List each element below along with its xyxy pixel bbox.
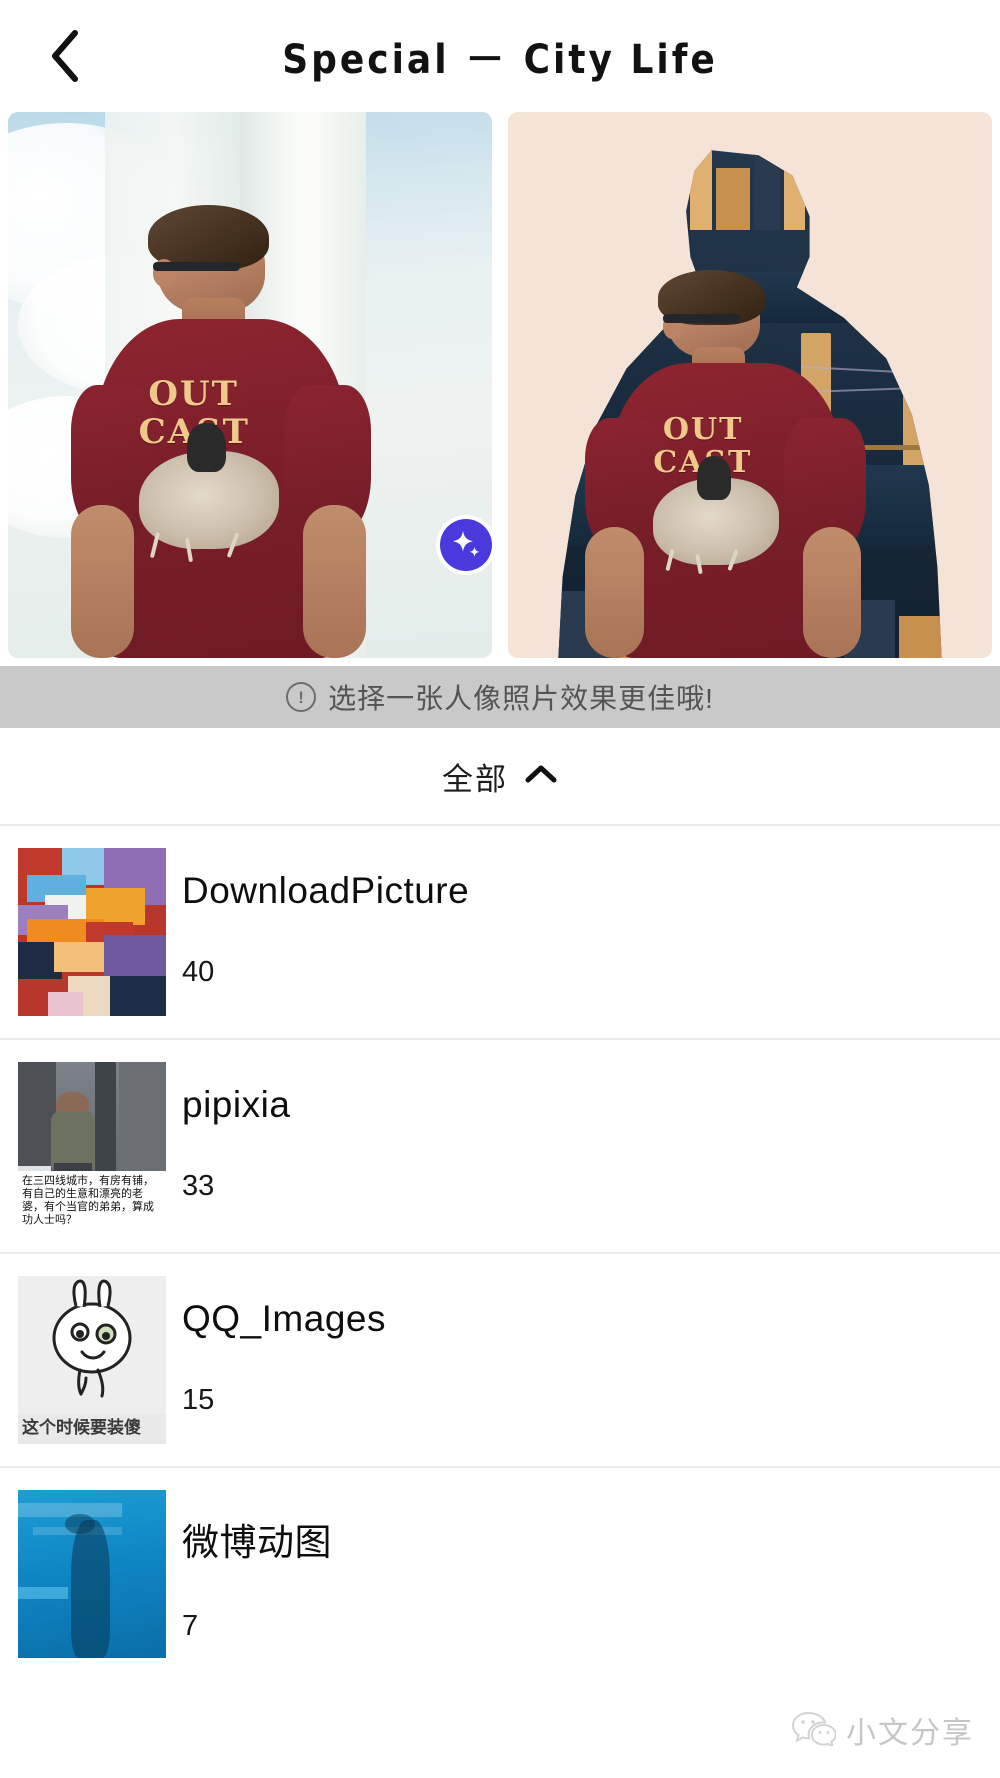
city-life-effect-photo[interactable]: OUT CAST (508, 112, 992, 658)
album-filter-label: 全部 (442, 761, 508, 797)
person-figure: OUT CAST (8, 112, 492, 658)
album-name: DownloadPicture (182, 870, 470, 911)
back-button[interactable] (36, 28, 92, 84)
album-count: 15 (182, 1384, 215, 1416)
notice-bar: ! 选择一张人像照片效果更佳哦! (0, 666, 1000, 728)
album-row-qq-images[interactable]: 这个时候要装傻 QQ_Images 15 (0, 1252, 1000, 1466)
album-thumbnail: 这个时候要装傻 (18, 1276, 166, 1444)
album-thumbnail (18, 1490, 166, 1658)
notice-text: 选择一张人像照片效果更佳哦! (328, 683, 714, 714)
chevron-up-icon (524, 763, 558, 790)
album-count: 33 (182, 1170, 215, 1202)
thumbnail-caption: 在三四线城市，有房有铺，有自己的生意和漂亮的老婆，有个当官的弟弟，算成功人士吗？ (18, 1171, 166, 1230)
album-filter-dropdown[interactable]: 全部 (0, 728, 1000, 824)
album-meta: DownloadPicture 40 (182, 848, 469, 989)
watermark-text: 小文分享 (846, 1717, 974, 1750)
shirt-text-out: OUT (148, 374, 239, 415)
wechat-icon (791, 1710, 837, 1751)
album-thumbnail (18, 848, 166, 1016)
album-name: 微博动图 (182, 1522, 332, 1563)
album-list: DownloadPicture 40 在三四线城市，有房有铺，有自己的生意和漂亮… (0, 824, 1000, 1680)
sparkle-effect-button[interactable] (440, 519, 492, 571)
person-figure: OUT CAST (508, 112, 992, 658)
album-meta: QQ_Images 15 (182, 1276, 386, 1417)
album-row-pipixia[interactable]: 在三四线城市，有房有铺，有自己的生意和漂亮的老婆，有个当官的弟弟，算成功人士吗？… (0, 1038, 1000, 1252)
chevron-left-icon (47, 29, 81, 83)
preview-comparison: OUT CAST (0, 112, 1000, 658)
album-row-downloadpicture[interactable]: DownloadPicture 40 (0, 824, 1000, 1038)
album-name: QQ_Images (182, 1298, 386, 1339)
album-count: 40 (182, 956, 215, 988)
sparkle-icon (449, 528, 483, 562)
app-header: Special － City Life (0, 0, 1000, 112)
album-meta: 微博动图 7 (182, 1490, 332, 1643)
album-thumbnail: 在三四线城市，有房有铺，有自己的生意和漂亮的老婆，有个当官的弟弟，算成功人士吗？ (18, 1062, 166, 1230)
original-photo[interactable]: OUT CAST (8, 112, 492, 658)
album-count: 7 (182, 1610, 199, 1642)
exclamation-circle-icon: ! (286, 682, 317, 712)
album-name: pipixia (182, 1084, 291, 1125)
thumbnail-caption: 这个时候要装傻 (18, 1414, 166, 1444)
page-title: Special － City Life (282, 37, 718, 83)
album-meta: pipixia 33 (182, 1062, 290, 1203)
watermark: 小文分享 (791, 1708, 974, 1752)
shirt-text-out: OUT (662, 412, 744, 448)
album-row-weibo[interactable]: 微博动图 7 (0, 1466, 1000, 1680)
